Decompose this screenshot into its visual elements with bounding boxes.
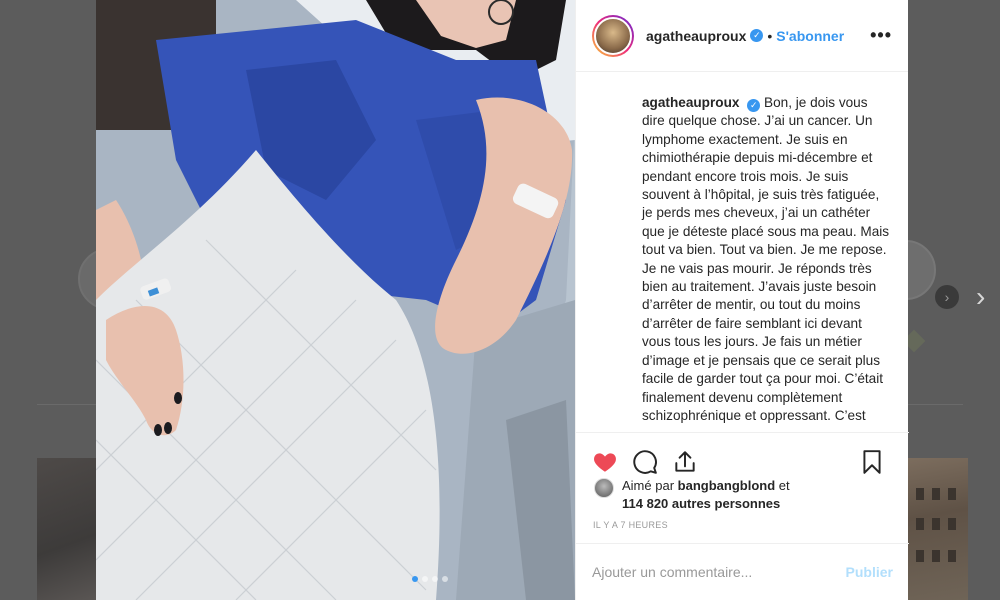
caption-text: Bon, je dois vous dire quelque chose. J’… bbox=[642, 95, 890, 423]
post-details-panel: agatheauproux ✓ • S'abonner ••• agatheau… bbox=[575, 0, 909, 600]
next-post-chevron-icon[interactable]: › bbox=[976, 282, 985, 312]
likes-text: Aimé par bangbangblond et 114 820 autres… bbox=[622, 477, 790, 513]
post-header: agatheauproux ✓ • S'abonner ••• bbox=[576, 0, 908, 72]
share-icon[interactable] bbox=[672, 449, 698, 475]
caption-area[interactable]: agatheauproux ✓ Bon, je dois vous dire q… bbox=[576, 72, 909, 432]
likes-section: Aimé par bangbangblond et 114 820 autres… bbox=[594, 477, 894, 513]
liker-avatar[interactable] bbox=[594, 478, 614, 498]
bookmark-icon[interactable] bbox=[859, 449, 885, 475]
dot-separator: • bbox=[767, 27, 773, 44]
carousel-dots bbox=[412, 576, 448, 582]
carousel-dot bbox=[422, 576, 428, 582]
background-thumbnail bbox=[37, 458, 97, 600]
verified-badge-icon: ✓ bbox=[747, 99, 761, 112]
background-next-icon: › bbox=[935, 285, 959, 309]
liker-username-link[interactable]: bangbangblond bbox=[678, 478, 775, 493]
more-options-icon[interactable]: ••• bbox=[870, 25, 892, 46]
avatar[interactable] bbox=[592, 14, 634, 57]
follow-button[interactable]: S'abonner bbox=[776, 28, 844, 44]
likes-count-link[interactable]: 114 820 autres personnes bbox=[622, 496, 780, 511]
hospital-photo-illustration bbox=[96, 0, 575, 600]
carousel-dot bbox=[442, 576, 448, 582]
background-thumbnail bbox=[908, 458, 968, 600]
likes-prefix: Aimé par bbox=[622, 478, 675, 493]
action-bar bbox=[576, 432, 909, 482]
post-photo[interactable]: › bbox=[96, 0, 575, 600]
comment-form: Publier bbox=[576, 543, 909, 600]
likes-and: et bbox=[778, 478, 790, 493]
caption: agatheauproux ✓ Bon, je dois vous dire q… bbox=[642, 94, 893, 425]
comment-input[interactable] bbox=[592, 564, 846, 580]
publish-button[interactable]: Publier bbox=[846, 564, 893, 580]
username-link[interactable]: agatheauproux bbox=[646, 28, 746, 44]
comment-icon[interactable] bbox=[632, 449, 658, 475]
caption-username[interactable]: agatheauproux bbox=[642, 95, 739, 110]
carousel-dot bbox=[412, 576, 418, 582]
verified-badge-icon: ✓ bbox=[750, 29, 764, 42]
post-timestamp[interactable]: IL Y A 7 HEURES bbox=[593, 520, 668, 530]
heart-icon[interactable] bbox=[592, 449, 618, 475]
avatar-image bbox=[594, 16, 632, 55]
carousel-dot bbox=[432, 576, 438, 582]
